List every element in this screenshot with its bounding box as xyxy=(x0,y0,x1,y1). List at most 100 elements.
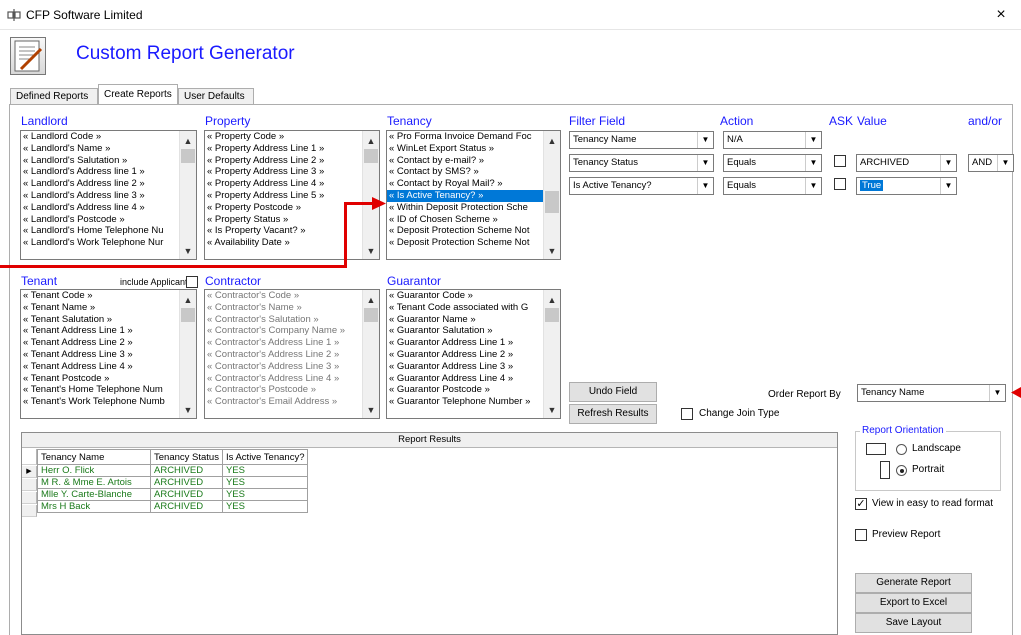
scroll-up-icon[interactable]: ▲ xyxy=(363,292,379,308)
list-item[interactable]: « Landlord's Name » xyxy=(21,143,179,155)
refresh-results-button[interactable]: Refresh Results xyxy=(569,404,657,424)
list-item[interactable]: « Tenant Address Line 2 » xyxy=(21,337,179,349)
list-item[interactable]: « Guarantor Salutation » xyxy=(387,325,543,337)
list-item[interactable]: « Property Address Line 2 » xyxy=(205,155,362,167)
list-item[interactable]: « Guarantor Name » xyxy=(387,314,543,326)
tab-user-defaults[interactable]: User Defaults xyxy=(178,88,254,105)
table-cell[interactable]: Herr O. Flick xyxy=(37,464,151,477)
list-item[interactable]: « Landlord's Address line 1 » xyxy=(21,166,179,178)
chevron-down-icon[interactable]: ▼ xyxy=(697,132,713,148)
list-item[interactable]: « Contractor's Postcode » xyxy=(205,384,362,396)
list-item[interactable]: « Property Address Line 3 » xyxy=(205,166,362,178)
list-item[interactable]: « Guarantor Postcode » xyxy=(387,384,543,396)
list-item[interactable]: « WinLet Export Status » xyxy=(387,143,543,155)
scroll-down-icon[interactable]: ▼ xyxy=(180,402,196,418)
list-item[interactable]: « Tenant Code associated with G xyxy=(387,302,543,314)
list-item[interactable]: « Tenant Name » xyxy=(21,302,179,314)
list-item[interactable]: « Contractor's Company Name » xyxy=(205,325,362,337)
list-item[interactable]: « Contractor's Email Address » xyxy=(205,396,362,408)
list-item[interactable]: « Guarantor Address Line 1 » xyxy=(387,337,543,349)
list-item[interactable]: « Contractor's Name » xyxy=(205,302,362,314)
close-button[interactable]: × xyxy=(987,2,1015,28)
ask-checkbox-2[interactable] xyxy=(834,155,846,167)
list-item[interactable]: « Contractor's Salutation » xyxy=(205,314,362,326)
save-layout-button[interactable]: Save Layout xyxy=(855,613,972,633)
list-item[interactable]: « Pro Forma Invoice Demand Foc xyxy=(387,131,543,143)
table-cell[interactable]: ARCHIVED xyxy=(150,464,223,477)
scroll-down-icon[interactable]: ▼ xyxy=(363,402,379,418)
list-item[interactable]: « Is Property Vacant? » xyxy=(205,225,362,237)
scroll-up-icon[interactable]: ▲ xyxy=(363,133,379,149)
landscape-radio[interactable] xyxy=(896,444,907,455)
scroll-up-icon[interactable]: ▲ xyxy=(180,133,196,149)
contractor-listbox[interactable]: « Contractor's Code » « Contractor's Nam… xyxy=(204,289,380,419)
list-item[interactable]: « Property Postcode » xyxy=(205,202,362,214)
list-item[interactable]: « Tenant's Home Telephone Num xyxy=(21,384,179,396)
list-item[interactable]: « Landlord's Home Telephone Nu xyxy=(21,225,179,237)
list-item[interactable]: « Tenant Address Line 4 » xyxy=(21,361,179,373)
list-item[interactable]: « Contractor's Address Line 2 » xyxy=(205,349,362,361)
list-item[interactable]: « Tenant Address Line 3 » xyxy=(21,349,179,361)
tab-create-reports[interactable]: Create Reports xyxy=(98,84,178,105)
table-cell[interactable]: YES xyxy=(221,476,309,489)
table-row[interactable]: Herr O. Flick ARCHIVED YES xyxy=(37,464,309,477)
table-cell[interactable]: Mrs H Back xyxy=(37,500,151,513)
scroll-thumb[interactable] xyxy=(364,149,378,163)
list-item[interactable]: « Guarantor Address Line 4 » xyxy=(387,373,543,385)
list-item[interactable]: « Landlord's Address line 4 » xyxy=(21,202,179,214)
chevron-down-icon[interactable]: ▼ xyxy=(697,155,713,171)
scroll-down-icon[interactable]: ▼ xyxy=(544,402,560,418)
property-listbox[interactable]: « Property Code » « Property Address Lin… xyxy=(204,130,380,260)
list-item[interactable]: « ID of Chosen Scheme » xyxy=(387,214,543,226)
easy-read-checkbox[interactable]: ✓ xyxy=(855,498,867,510)
listbox-scrollbar[interactable]: ▲ ▼ xyxy=(543,131,560,259)
scroll-down-icon[interactable]: ▼ xyxy=(544,243,560,259)
chevron-down-icon[interactable]: ▼ xyxy=(940,155,956,171)
list-item[interactable]: « Tenant Postcode » xyxy=(21,373,179,385)
tenancy-listbox[interactable]: « Pro Forma Invoice Demand Foc « WinLet … xyxy=(386,130,561,260)
list-item[interactable]: « Guarantor Address Line 3 » xyxy=(387,361,543,373)
list-item[interactable]: « Contractor's Address Line 3 » xyxy=(205,361,362,373)
listbox-scrollbar[interactable]: ▲ ▼ xyxy=(543,290,560,418)
list-item[interactable]: « Tenant Salutation » xyxy=(21,314,179,326)
list-item[interactable]: « Property Address Line 1 » xyxy=(205,143,362,155)
scroll-thumb[interactable] xyxy=(545,308,559,322)
value-dropdown-2[interactable]: ARCHIVED ▼ xyxy=(856,154,957,172)
list-item[interactable]: « Contractor's Code » xyxy=(205,290,362,302)
scroll-up-icon[interactable]: ▲ xyxy=(180,292,196,308)
list-item[interactable]: « Tenant Code » xyxy=(21,290,179,302)
scroll-thumb[interactable] xyxy=(545,191,559,213)
listbox-scrollbar[interactable]: ▲ ▼ xyxy=(362,131,379,259)
scroll-thumb[interactable] xyxy=(181,308,195,322)
filter-field-dropdown-3[interactable]: Is Active Tenancy? ▼ xyxy=(569,177,714,195)
undo-field-button[interactable]: Undo Field xyxy=(569,382,657,402)
change-join-type-checkbox[interactable] xyxy=(681,408,693,420)
table-cell[interactable]: Mlle Y. Carte-Blanche xyxy=(37,488,151,501)
table-cell[interactable]: YES xyxy=(221,464,309,477)
list-item[interactable]: « Landlord Code » xyxy=(21,131,179,143)
list-item[interactable]: « Property Code » xyxy=(205,131,362,143)
list-item-selected[interactable]: « Is Active Tenancy? » xyxy=(387,189,543,202)
scroll-down-icon[interactable]: ▼ xyxy=(180,243,196,259)
list-item[interactable]: « Contractor's Address Line 1 » xyxy=(205,337,362,349)
export-to-excel-button[interactable]: Export to Excel xyxy=(855,593,972,613)
listbox-scrollbar[interactable]: ▲ ▼ xyxy=(179,131,196,259)
table-cell[interactable]: YES xyxy=(221,488,309,501)
scroll-down-icon[interactable]: ▼ xyxy=(363,243,379,259)
list-item[interactable]: « Deposit Protection Scheme Not xyxy=(387,225,543,237)
column-header[interactable]: Is Active Tenancy? xyxy=(221,449,309,465)
generate-report-button[interactable]: Generate Report xyxy=(855,573,972,593)
list-item[interactable]: « Guarantor Code » xyxy=(387,290,543,302)
include-applicants-checkbox[interactable] xyxy=(186,276,198,288)
list-item[interactable]: « Guarantor Address Line 2 » xyxy=(387,349,543,361)
table-cell[interactable]: ARCHIVED xyxy=(150,488,223,501)
action-dropdown-3[interactable]: Equals ▼ xyxy=(723,177,822,195)
scroll-up-icon[interactable]: ▲ xyxy=(544,133,560,149)
and-or-dropdown-2[interactable]: AND ▼ xyxy=(968,154,1014,172)
chevron-down-icon[interactable]: ▼ xyxy=(805,132,821,148)
table-cell[interactable]: M R. & Mme E. Artois xyxy=(37,476,151,489)
list-item[interactable]: « Guarantor Telephone Number » xyxy=(387,396,543,408)
list-item[interactable]: « Contact by Royal Mail? » xyxy=(387,178,543,190)
guarantor-listbox[interactable]: « Guarantor Code » « Tenant Code associa… xyxy=(386,289,561,419)
table-row[interactable]: Mrs H Back ARCHIVED YES xyxy=(37,500,309,513)
